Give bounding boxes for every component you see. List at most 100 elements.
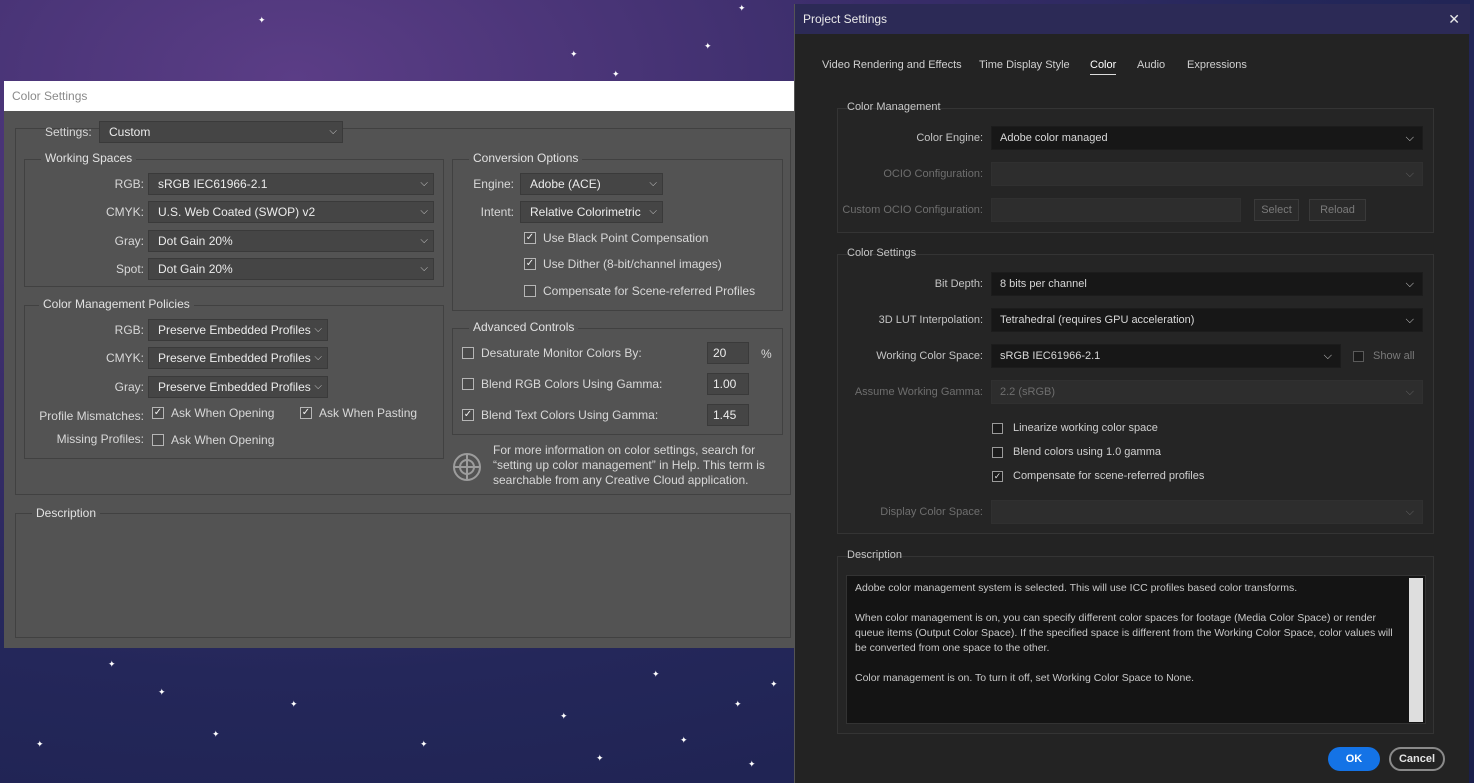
blend-text-checkbox[interactable]: ✓ [462,409,474,421]
desaturate-label: Desaturate Monitor Colors By: [481,346,642,360]
show-all-label: Show all [1373,350,1415,362]
compensate-checkbox[interactable]: ✓ [992,471,1003,482]
working-color-space-dropdown[interactable]: sRGB IEC61966-2.1 ⌵ [991,344,1341,368]
show-all-checkbox[interactable] [1353,351,1364,362]
ask-opening-checkbox[interactable]: ✓ [152,407,164,419]
pol-gray-label: Gray: [114,380,144,394]
ocio-label: OCIO Configuration: [883,168,983,180]
display-color-space-label: Display Color Space: [880,506,983,518]
engine-dropdown[interactable]: Adobe (ACE) ⌵ [520,173,663,195]
reload-button[interactable]: Reload [1309,199,1366,221]
chevron-down-icon: ⌵ [1405,278,1414,290]
chevron-down-icon: ⌵ [314,381,322,392]
ok-button[interactable]: OK [1328,747,1380,771]
chevron-down-icon: ⌵ [649,206,657,217]
display-color-space-dropdown[interactable]: ⌵ [991,500,1423,524]
engine-label: Engine: [473,177,514,191]
color-management-title: Color Management [847,101,941,113]
desaturate-checkbox[interactable] [462,347,474,359]
pol-cmyk-value: Preserve Embedded Profiles [158,351,311,365]
color-engine-label: Color Engine: [916,132,983,144]
bit-depth-dropdown[interactable]: 8 bits per channel ⌵ [991,272,1423,296]
policies-title: Color Management Policies [39,297,194,311]
chevron-down-icon: ⌵ [314,324,322,335]
tab-audio[interactable]: Audio [1137,59,1165,71]
ws-spot-value: Dot Gain 20% [158,262,233,276]
ws-gray-label: Gray: [114,234,144,248]
tab-color[interactable]: Color [1090,59,1117,75]
settings-dropdown[interactable]: Custom ⌵ [99,121,343,143]
dialog-title-text: Project Settings [803,12,888,26]
custom-ocio-label: Custom OCIO Configuration: [842,204,983,216]
cancel-button[interactable]: Cancel [1389,747,1445,771]
bpc-checkbox[interactable]: ✓ [524,232,536,244]
bpc-label: Use Black Point Compensation [543,231,709,245]
color-engine-dropdown[interactable]: Adobe color managed ⌵ [991,126,1423,150]
ws-rgb-dropdown[interactable]: sRGB IEC61966-2.1 ⌵ [148,173,434,195]
pol-rgb-dropdown[interactable]: Preserve Embedded Profiles ⌵ [148,319,328,341]
chevron-down-icon: ⌵ [420,178,428,189]
description-paragraph: Adobe color management system is selecte… [855,582,1298,594]
chevron-down-icon: ⌵ [1323,350,1332,362]
close-icon[interactable]: ✕ [1448,4,1460,34]
color-wheel-icon [453,453,481,481]
chevron-down-icon: ⌵ [1405,506,1414,518]
desaturate-input[interactable]: 20 [707,342,749,364]
ws-cmyk-label: CMYK: [105,205,144,219]
description-group [15,513,791,638]
chevron-down-icon: ⌵ [314,352,322,363]
blend-rgb-label: Blend RGB Colors Using Gamma: [481,377,663,391]
ask-pasting-checkbox[interactable]: ✓ [300,407,312,419]
scene-checkbox[interactable] [524,285,536,297]
working-color-space-value: sRGB IEC61966-2.1 [1000,350,1101,362]
missing-ask-checkbox[interactable] [152,434,164,446]
pol-gray-dropdown[interactable]: Preserve Embedded Profiles ⌵ [148,376,328,398]
custom-ocio-input[interactable] [991,198,1241,222]
select-button[interactable]: Select [1254,199,1299,221]
pol-cmyk-label: CMYK: [105,351,144,365]
scene-label: Compensate for Scene-referred Profiles [543,284,756,298]
percent-label: % [761,347,772,361]
working-gamma-dropdown[interactable]: 2.2 (sRGB) ⌵ [991,380,1423,404]
ws-gray-dropdown[interactable]: Dot Gain 20% ⌵ [148,230,434,252]
ws-cmyk-value: U.S. Web Coated (SWOP) v2 [158,205,316,219]
missing-ask-label: Ask When Opening [171,433,275,447]
working-gamma-label: Assume Working Gamma: [854,386,983,398]
description-scrollbar[interactable] [1409,578,1423,722]
blend-text-label: Blend Text Colors Using Gamma: [481,408,659,422]
lut-value: Tetrahedral (requires GPU acceleration) [1000,314,1195,326]
blend-gamma-checkbox[interactable] [992,447,1003,458]
advanced-title: Advanced Controls [469,320,579,334]
working-color-space-label: Working Color Space: [876,350,983,362]
blend-rgb-input[interactable]: 1.00 [707,373,749,395]
ws-spot-dropdown[interactable]: Dot Gain 20% ⌵ [148,258,434,280]
tab-video-rendering[interactable]: Video Rendering and Effects [822,59,962,71]
ocio-dropdown[interactable]: ⌵ [991,162,1423,186]
tab-time-display[interactable]: Time Display Style [979,59,1070,71]
chevron-down-icon: ⌵ [420,263,428,274]
description-text[interactable]: Adobe color management system is selecte… [846,575,1426,724]
blend-rgb-checkbox[interactable] [462,378,474,390]
bit-depth-label: Bit Depth: [934,278,983,290]
blend-text-input[interactable]: 1.45 [707,404,749,426]
ask-pasting-label: Ask When Pasting [319,406,418,420]
linearize-checkbox[interactable] [992,423,1003,434]
lut-label: 3D LUT Interpolation: [878,314,983,326]
dither-checkbox[interactable]: ✓ [524,258,536,270]
intent-dropdown[interactable]: Relative Colorimetric ⌵ [520,201,663,223]
tab-expressions[interactable]: Expressions [1187,59,1247,71]
ask-opening-label: Ask When Opening [171,406,275,420]
lut-dropdown[interactable]: Tetrahedral (requires GPU acceleration) ⌵ [991,308,1423,332]
chevron-down-icon: ⌵ [329,126,337,137]
ws-cmyk-dropdown[interactable]: U.S. Web Coated (SWOP) v2 ⌵ [148,201,434,223]
dialog-title: Project Settings ✕ [795,4,1470,34]
dialog-title: Color Settings [4,81,794,111]
engine-value: Adobe (ACE) [530,177,601,191]
dither-label: Use Dither (8-bit/channel images) [543,257,722,271]
ws-rgb-label: RGB: [114,177,144,191]
missing-label: Missing Profiles: [56,432,144,446]
intent-value: Relative Colorimetric [530,205,641,219]
pol-cmyk-dropdown[interactable]: Preserve Embedded Profiles ⌵ [148,347,328,369]
mismatch-label: Profile Mismatches: [39,409,144,423]
pol-gray-value: Preserve Embedded Profiles [158,380,311,394]
